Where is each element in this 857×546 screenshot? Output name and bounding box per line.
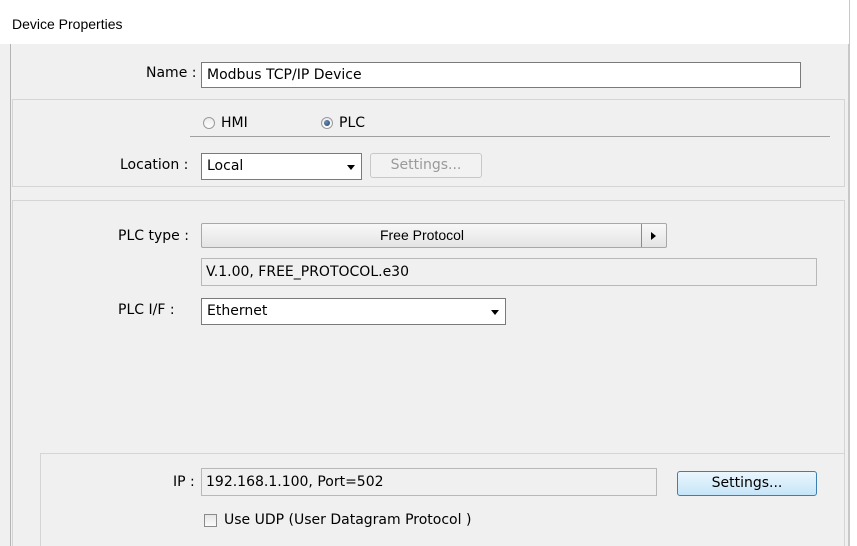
ip-group [40,453,845,546]
window-title: Device Properties [12,16,123,32]
plc-if-label: PLC I/F : [118,302,175,318]
radio-hmi-label: HMI [221,115,248,131]
location-settings-button[interactable]: Settings... [370,153,482,178]
ip-settings-button[interactable]: Settings... [677,471,817,496]
separator-line [190,136,830,137]
name-label: Name : [146,65,197,81]
plc-type-button[interactable]: Free Protocol [201,223,667,248]
plc-type-value: Free Protocol [379,227,465,243]
location-selected: Local [207,158,244,174]
use-udp-checkbox[interactable] [204,514,217,527]
ip-label: IP : [173,474,195,490]
ip-field: 192.168.1.100, Port=502 [201,468,657,496]
plc-if-selected: Ethernet [207,303,268,319]
title-bar: Device Properties [0,0,849,44]
location-dropdown-icon [347,165,355,170]
location-select[interactable]: Local [201,153,362,180]
plc-type-expand-icon[interactable] [641,224,666,247]
use-udp-label: Use UDP (User Datagram Protocol ) [224,512,472,528]
device-properties-window: Device Properties Name : Modbus TCP/IP D… [0,0,850,546]
plc-type-label: PLC type : [118,228,189,244]
name-input[interactable]: Modbus TCP/IP Device [201,62,801,88]
radio-plc-button[interactable] [321,117,333,129]
radio-hmi[interactable]: HMI [203,115,248,131]
radio-plc-label: PLC [339,115,366,131]
plc-if-select[interactable]: Ethernet [201,298,506,325]
frame-border-left [10,44,11,546]
plc-version-field: V.1.00, FREE_PROTOCOL.e30 [201,258,817,286]
radio-hmi-button[interactable] [203,117,215,129]
plc-if-dropdown-icon [491,310,499,315]
frame-border-right [848,44,849,546]
radio-plc[interactable]: PLC [321,115,365,131]
location-label: Location : [120,157,189,173]
